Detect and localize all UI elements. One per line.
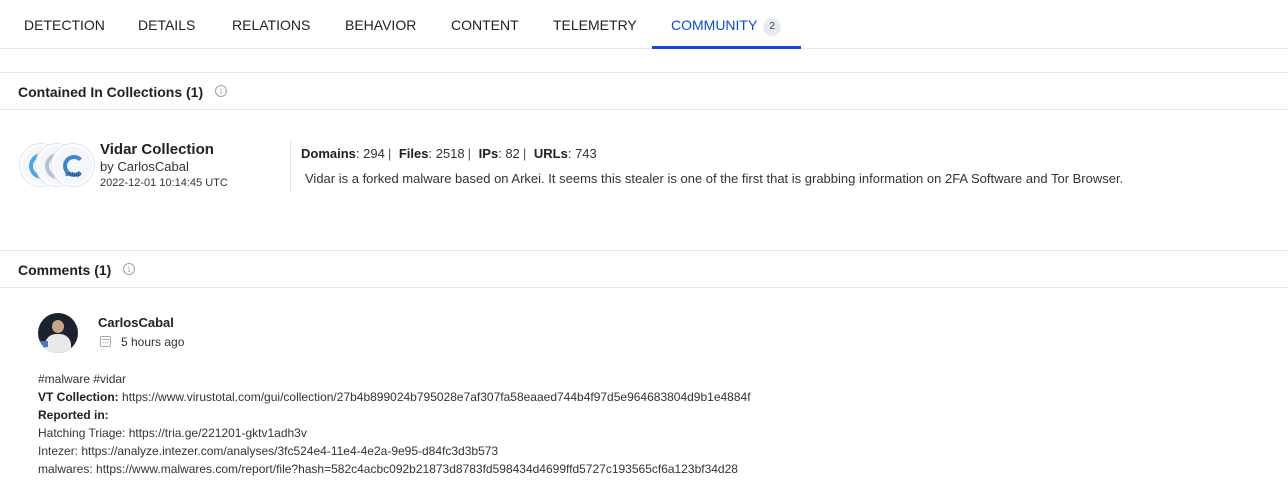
vt-collection-label: VT Collection: [38,390,119,404]
active-tab-indicator [652,46,802,49]
stat-separator: | [522,146,527,161]
comment-author-link[interactable]: CarlosCabal [98,315,174,330]
stat-value: 2518 [435,146,465,161]
setup-logo-label: setup [64,172,81,178]
tab-telemetry[interactable]: TELEMETRY [553,0,637,48]
report-link-malwares[interactable]: malwares: https://www.malwares.com/repor… [38,460,751,478]
tab-behavior[interactable]: BEHAVIOR [345,0,416,48]
tab-community[interactable]: COMMUNITY 2 [652,0,802,49]
divider [0,109,1288,110]
comments-section-title: Comments (1) [18,262,112,278]
vt-collection-link[interactable]: https://www.virustotal.com/gui/collectio… [122,390,751,404]
stat-label: Domains [301,146,356,161]
info-icon[interactable]: i [215,85,227,97]
stat-separator: | [387,146,392,161]
info-icon[interactable]: i [123,263,135,275]
comment-time: 5 hours ago [121,335,185,349]
report-link-intezer[interactable]: Intezer: https://analyze.intezer.com/ana… [38,442,751,460]
tab-detection[interactable]: DETECTION [24,0,105,48]
calendar-icon [100,336,111,347]
collections-section-title: Contained In Collections (1) [18,84,204,100]
report-link-triage[interactable]: Hatching Triage: https://tria.ge/221201-… [38,424,751,442]
tab-relations[interactable]: RELATIONS [232,0,310,48]
stat-value: 82 [505,146,520,161]
stat-label: IPs [478,146,499,161]
comment-body: #malware #vidar VT Collection: https://w… [38,370,751,478]
tab-content[interactable]: CONTENT [451,0,519,48]
reported-in-label: Reported in: [38,408,109,422]
stat-value: 743 [575,146,597,161]
divider [0,287,1288,288]
collection-name-link[interactable]: Vidar Collection [100,141,214,158]
community-count-badge: 2 [763,18,782,36]
collection-author: by CarlosCabal [100,159,189,174]
stat-separator: | [467,146,472,161]
stat-value: 294 [363,146,385,161]
divider [0,72,1288,73]
collection-stats: Domains: 294 | Files: 2518 | IPs: 82 | URLs… [301,146,597,161]
collection-description: Vidar is a forked malware based on Arkei… [305,171,1124,186]
collection-date: 2022-12-01 10:14:45 UTC [100,177,228,189]
comment-tags[interactable]: #malware #vidar [38,370,751,388]
tab-bar: DETECTION DETAILS RELATIONS BEHAVIOR CON… [0,0,1288,49]
tab-details[interactable]: DETAILS [138,0,195,48]
setup-logo-icon: setup [52,144,94,186]
avatar[interactable] [38,313,78,353]
divider [0,250,1288,251]
stat-label: Files [398,146,429,161]
tab-community-label: COMMUNITY [671,17,758,33]
vertical-divider [290,140,291,192]
stat-label: URLs [533,146,568,161]
collection-thumbnail[interactable]: setup [20,144,94,188]
